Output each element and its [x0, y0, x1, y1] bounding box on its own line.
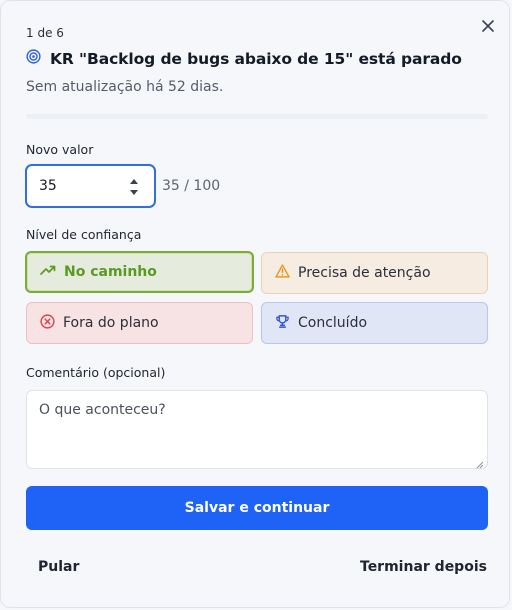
- finish-later-button[interactable]: Terminar depois: [360, 559, 487, 575]
- trophy-icon: [275, 314, 290, 333]
- close-icon[interactable]: [479, 17, 497, 35]
- stale-notice: Sem atualização há 52 dias.: [26, 79, 224, 95]
- x-circle-icon: [40, 313, 55, 333]
- comment-textarea[interactable]: O que aconteceu?: [26, 390, 488, 469]
- step-counter: 1 de 6: [26, 26, 64, 40]
- progress-bar: [26, 114, 488, 119]
- comment-label: Comentário (opcional): [26, 365, 166, 380]
- value-stepper[interactable]: [129, 179, 139, 195]
- title-row: KR "Backlog de bugs abaixo de 15" está p…: [26, 49, 462, 68]
- confidence-option-done[interactable]: Concluído: [261, 302, 488, 344]
- value-of-total: 35 / 100: [162, 178, 221, 194]
- save-continue-button[interactable]: Salvar e continuar: [26, 486, 488, 530]
- stepper-down-icon[interactable]: [130, 190, 138, 195]
- warning-icon: [275, 264, 290, 282]
- value-text: 35: [39, 178, 57, 194]
- trending-up-icon: [40, 264, 56, 280]
- confidence-option-label: Fora do plano: [63, 315, 159, 331]
- target-icon: [26, 49, 41, 68]
- okr-checkin-dialog: 1 de 6 KR "Backlog de bugs abaixo de 15"…: [0, 0, 510, 608]
- confidence-option-label: No caminho: [64, 264, 157, 280]
- skip-button[interactable]: Pular: [38, 559, 79, 575]
- value-label: Novo valor: [26, 142, 94, 157]
- page-title: KR "Backlog de bugs abaixo de 15" está p…: [50, 49, 462, 68]
- confidence-option-on-track[interactable]: No caminho: [25, 251, 254, 293]
- comment-placeholder: O que aconteceu?: [39, 402, 166, 418]
- confidence-option-label: Concluído: [298, 315, 368, 331]
- value-input[interactable]: 35: [25, 164, 156, 208]
- confidence-option-needs-attention[interactable]: Precisa de atenção: [261, 252, 488, 294]
- resize-handle-icon[interactable]: [476, 457, 484, 469]
- confidence-option-label: Precisa de atenção: [298, 265, 431, 281]
- stepper-up-icon[interactable]: [130, 179, 138, 184]
- confidence-option-off-plan[interactable]: Fora do plano: [26, 302, 253, 344]
- confidence-label: Nível de confiança: [26, 227, 142, 242]
